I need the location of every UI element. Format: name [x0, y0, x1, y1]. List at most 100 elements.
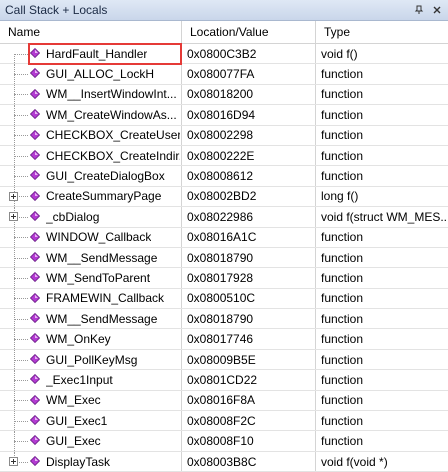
function-diamond-icon	[30, 292, 40, 303]
function-diamond-icon	[30, 231, 40, 242]
table-row[interactable]: DisplayTask 0x08003B8C void f(void *)	[0, 451, 448, 472]
column-header-type[interactable]: Type	[316, 21, 448, 43]
name-cell: FRAMEWIN_Callback	[0, 288, 182, 309]
function-diamond-icon	[30, 211, 40, 222]
name-cell: CreateSummaryPage	[0, 186, 182, 207]
name-cell: GUI_ALLOC_LockH	[0, 64, 182, 84]
function-diamond-icon	[30, 415, 40, 426]
column-header-name[interactable]: Name	[0, 21, 182, 43]
table-row[interactable]: GUI_CreateDialogBox 0x08008612 function	[0, 166, 448, 187]
close-icon[interactable]	[430, 3, 444, 17]
table-row[interactable]: WM__SendMessage 0x08018790 function	[0, 247, 448, 269]
type-cell: void f()	[321, 46, 358, 61]
tree-branch	[14, 53, 28, 55]
function-name: WINDOW_Callback	[46, 230, 152, 245]
type-cell: function	[321, 393, 364, 408]
location-cell: 0x0800222E	[182, 145, 316, 166]
location-cell: 0x08018790	[182, 309, 316, 329]
location-cell: 0x0800C3B2	[182, 44, 316, 64]
table-row[interactable]: WM_OnKey 0x08017746 function	[0, 329, 448, 350]
type-cell: function	[321, 128, 364, 143]
function-name: DisplayTask	[46, 454, 111, 469]
location-cell: 0x08002BD2	[182, 186, 316, 207]
function-name: WM__SendMessage	[46, 311, 158, 326]
column-header-row: Name Location/Value Type	[0, 21, 448, 44]
type-cell: long f()	[321, 189, 359, 204]
tree-branch	[14, 339, 28, 341]
function-name: WM__InsertWindowInt...	[46, 87, 177, 102]
table-row[interactable]: CHECKBOX_CreateUser 0x08002298 function	[0, 125, 448, 146]
expand-toggle[interactable]	[9, 212, 18, 222]
function-name: HardFault_Handler	[46, 46, 148, 61]
function-name: WM_SendToParent	[46, 270, 151, 285]
function-diamond-icon	[30, 149, 40, 160]
function-diamond-icon	[30, 435, 40, 446]
tree-branch	[14, 359, 28, 361]
name-cell: GUI_CreateDialogBox	[0, 166, 182, 186]
table-row[interactable]: WM_SendToParent 0x08017928 function	[0, 268, 448, 289]
tree-branch	[14, 298, 28, 300]
table-row[interactable]: GUI_Exec1 0x08008F2C function	[0, 411, 448, 432]
table-row[interactable]: CreateSummaryPage 0x08002BD2 long f()	[0, 186, 448, 208]
name-cell: GUI_Exec	[0, 431, 182, 451]
function-diamond-icon	[30, 129, 40, 140]
name-cell: CHECKBOX_CreateUser	[0, 125, 182, 145]
table-row[interactable]: WINDOW_Callback 0x08016A1C function	[0, 227, 448, 248]
location-cell: 0x08018200	[182, 84, 316, 105]
column-header-location[interactable]: Location/Value	[182, 21, 316, 43]
function-diamond-icon	[30, 353, 40, 364]
location-cell: 0x080077FA	[182, 64, 316, 84]
location-cell: 0x08017746	[182, 329, 316, 349]
function-name: WM__SendMessage	[46, 250, 158, 265]
function-diamond-icon	[30, 109, 40, 120]
table-row[interactable]: WM__SendMessage 0x08018790 function	[0, 309, 448, 330]
type-cell: function	[321, 87, 364, 102]
type-cell: void f(struct WM_MES...	[321, 209, 448, 224]
expand-toggle[interactable]	[9, 456, 18, 466]
function-name: CHECKBOX_CreateUser	[46, 128, 180, 143]
call-stack-rows: HardFault_Handler 0x0800C3B2 void f() GUI_A…	[0, 44, 448, 472]
function-diamond-icon	[30, 190, 40, 201]
pin-icon[interactable]	[412, 3, 426, 17]
type-cell: function	[321, 67, 364, 82]
name-cell: DisplayTask	[0, 451, 182, 472]
expand-toggle[interactable]	[9, 191, 18, 201]
function-name: WM_CreateWindowAs...	[46, 107, 177, 122]
tree-branch	[14, 441, 28, 443]
location-cell: 0x0800510C	[182, 288, 316, 309]
name-cell: WM__InsertWindowInt...	[0, 84, 182, 105]
function-name: GUI_ALLOC_LockH	[46, 67, 155, 82]
type-cell: function	[321, 169, 364, 184]
table-row[interactable]: HardFault_Handler 0x0800C3B2 void f()	[0, 44, 448, 65]
tree-branch	[14, 318, 28, 320]
tree-branch	[14, 420, 28, 422]
tree-branch	[14, 400, 28, 402]
tree-line	[14, 53, 15, 64]
function-name: WM_OnKey	[46, 332, 111, 347]
table-row[interactable]: FRAMEWIN_Callback 0x0800510C function	[0, 288, 448, 310]
type-cell: function	[321, 372, 364, 387]
tree-branch	[14, 277, 28, 279]
tree-branch	[14, 114, 28, 116]
function-diamond-icon	[30, 333, 40, 344]
panel-title: Call Stack + Locals	[5, 3, 108, 17]
table-row[interactable]: WM__InsertWindowInt... 0x08018200 function	[0, 84, 448, 106]
table-row[interactable]: _Exec1Input 0x0801CD22 function	[0, 370, 448, 391]
table-row[interactable]: _cbDialog 0x08022986 void f(struct WM_MES.…	[0, 207, 448, 228]
function-diamond-icon	[30, 272, 40, 283]
name-cell: _Exec1Input	[0, 370, 182, 390]
function-name: WM_Exec	[46, 393, 101, 408]
table-row[interactable]: WM_Exec 0x08016F8A function	[0, 390, 448, 412]
table-row[interactable]: CHECKBOX_CreateIndir... 0x0800222E functio…	[0, 145, 448, 167]
name-cell: WM_CreateWindowAs...	[0, 105, 182, 125]
tree-branch	[14, 237, 28, 239]
table-row[interactable]: GUI_PollKeyMsg 0x08009B5E function	[0, 349, 448, 371]
panel-titlebar: Call Stack + Locals	[0, 0, 448, 21]
tree-branch	[14, 155, 28, 157]
tree-branch	[14, 94, 28, 96]
table-row[interactable]: GUI_Exec 0x08008F10 function	[0, 431, 448, 452]
location-cell: 0x08003B8C	[182, 451, 316, 472]
location-cell: 0x0801CD22	[182, 370, 316, 390]
table-row[interactable]: GUI_ALLOC_LockH 0x080077FA function	[0, 64, 448, 85]
table-row[interactable]: WM_CreateWindowAs... 0x08016D94 function	[0, 105, 448, 126]
